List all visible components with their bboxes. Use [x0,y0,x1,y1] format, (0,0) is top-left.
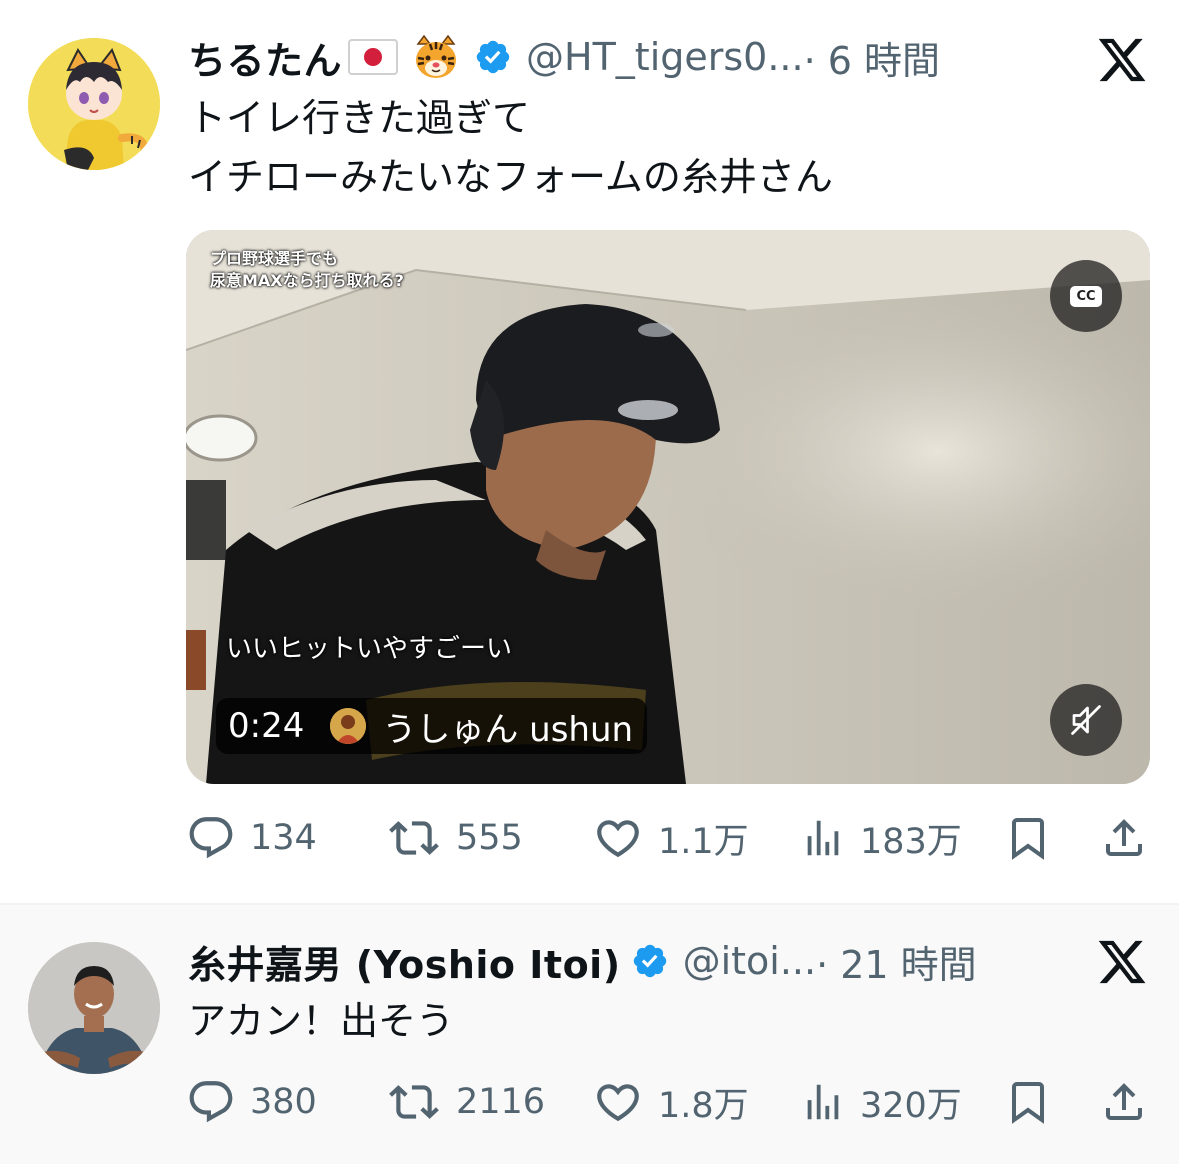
video-player[interactable]: プロ野球選手でも 尿意MAXなら打ち取れる? CC いいヒットいやすごーい 0:… [186,230,1150,784]
like-count: 1.1万 [658,821,749,862]
reply-icon [189,817,233,859]
tweet-header: 糸井嘉男 (Yoshio Itoi) @itoi... · 21 時間 [188,934,977,989]
reply-count: 134 [250,818,317,858]
tweet-text-line: アカン！出そう [188,999,455,1043]
japan-flag-icon [348,39,399,75]
tweet-time[interactable]: · 21 時間 [816,934,977,989]
author-name[interactable]: 糸井嘉男 (Yoshio Itoi) [188,934,621,989]
reply-icon [189,1081,233,1123]
tweet-text: アカン！出そう [188,992,454,1051]
reply-button[interactable]: 134 [186,808,317,868]
tweet-time[interactable]: · 6 時間 [804,30,940,85]
tiger-face-icon [412,34,460,80]
views-button[interactable]: 183万 [800,808,962,868]
bookmark-icon [1012,818,1044,860]
like-icon [597,1084,639,1122]
share-icon [1106,819,1142,856]
author-handle[interactable]: @itoi... [683,939,817,983]
video-subtitle: いいヒットいやすごーい [226,634,513,664]
author-avatar[interactable] [28,38,160,170]
like-icon [597,820,639,858]
overlay-caption-line: プロ野球選手でも [210,249,339,268]
overlay-caption-line: 尿意MAXなら打ち取れる? [210,271,404,290]
repost-button[interactable]: 555 [386,808,523,868]
video-info-badge[interactable]: 0:24 うしゅん ushun [216,698,648,754]
views-icon [807,820,839,856]
tweet-actions: 380 2116 1.8万 320万 [186,1072,1150,1132]
tweet-card[interactable]: 糸井嘉男 (Yoshio Itoi) @itoi... · 21 時間 アカン！… [0,905,1179,1164]
source-avatar [330,708,367,744]
x-logo-icon[interactable] [1096,936,1148,988]
views-button[interactable]: 320万 [800,1072,962,1132]
share-icon [1106,1083,1142,1120]
views-count: 183万 [860,821,962,862]
x-logo-icon[interactable] [1096,34,1148,86]
author-name[interactable]: ちるたん [188,30,342,85]
reply-count: 380 [250,1082,317,1122]
like-count: 1.8万 [658,1085,749,1126]
tweet-text-line: イチローみたいなフォームの糸井さん [188,155,833,199]
verified-icon[interactable] [474,38,512,76]
bookmark-icon [1012,1082,1044,1124]
video-overlay-caption: プロ野球選手でも 尿意MAXなら打ち取れる? [210,248,404,292]
tweet-text-line: トイレ行きた過ぎて [188,96,531,140]
tweet-card[interactable]: ちるたん @HT_tigers0... · 6 時間 トイレ行きた過ぎて イチロ… [0,0,1179,904]
verified-icon[interactable] [631,942,669,980]
like-button[interactable]: 1.1万 [592,808,749,868]
bookmark-button[interactable] [1004,1072,1066,1132]
like-button[interactable]: 1.8万 [592,1072,749,1132]
author-handle[interactable]: @HT_tigers0... [526,35,804,79]
reply-button[interactable]: 380 [186,1072,317,1132]
repost-button[interactable]: 2116 [386,1072,545,1132]
repost-icon [389,1085,439,1119]
captions-button[interactable]: CC [1050,260,1122,332]
bookmark-button[interactable] [1004,808,1066,868]
repost-count: 2116 [456,1082,546,1122]
share-button[interactable] [1100,808,1162,868]
tweet-actions: 134 555 1.1万 183万 [186,808,1150,868]
tweet-text: トイレ行きた過ぎて イチローみたいなフォームの糸井さん [188,89,833,207]
mute-icon [1071,705,1101,735]
mute-button[interactable] [1050,684,1122,756]
video-duration: 0:24 [228,706,305,746]
repost-count: 555 [456,818,523,858]
author-avatar[interactable] [28,942,160,1074]
video-source-name: うしゅん ushun [382,709,634,750]
tweet-header: ちるたん @HT_tigers0... · 6 時間 [188,30,940,85]
cc-icon: CC [1070,285,1102,307]
views-count: 320万 [860,1085,962,1126]
share-button[interactable] [1100,1072,1162,1132]
views-icon [807,1084,839,1120]
repost-icon [389,821,439,855]
